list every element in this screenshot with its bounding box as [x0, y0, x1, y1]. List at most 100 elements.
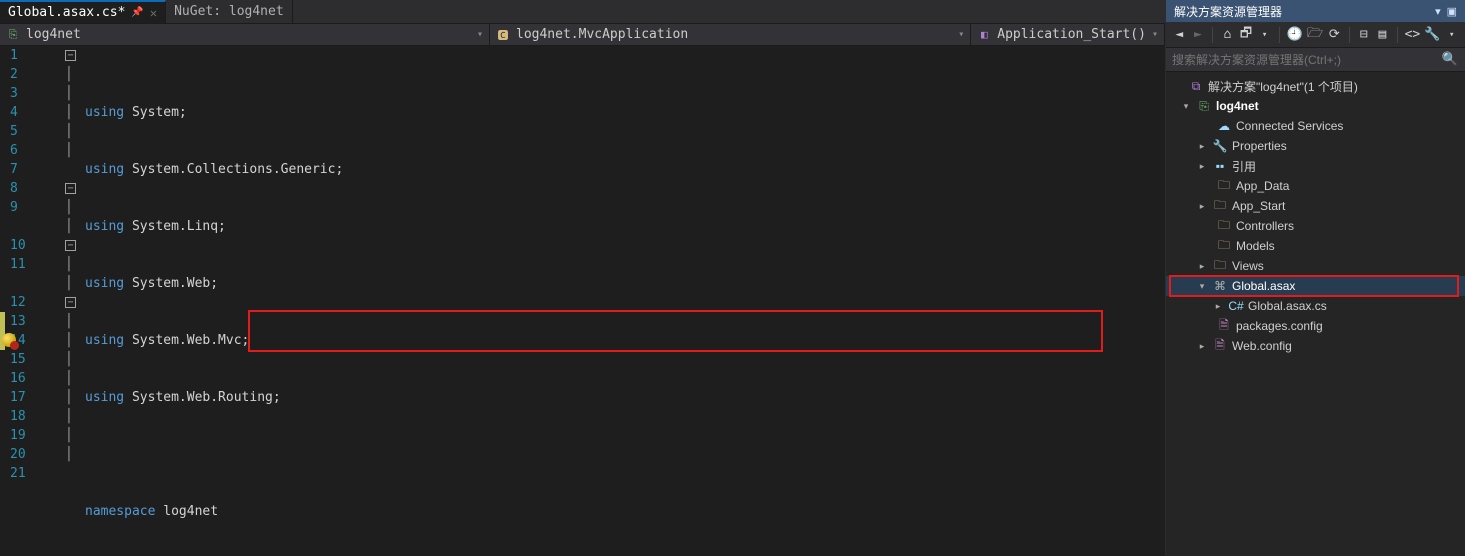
chevron-down-icon: ▾: [1152, 29, 1158, 40]
auto-hide-pin-icon[interactable]: ▣: [1447, 5, 1457, 18]
nav-class-dropdown[interactable]: 🅲 log4net.MvcApplication ▾: [490, 24, 971, 45]
nav-member-dropdown[interactable]: ◧ Application_Start() ▾: [971, 24, 1165, 45]
expand-toggle[interactable]: ▸: [1196, 201, 1208, 212]
breakpoint-gutter[interactable]: [0, 46, 10, 556]
solution-tree[interactable]: ▸ ⧉ 解决方案"log4net"(1 个项目) ▾ ⎘ log4net ▸ ☁…: [1166, 72, 1465, 556]
tab-nuget-log4net[interactable]: NuGet: log4net: [166, 0, 293, 23]
node-label: packages.config: [1236, 319, 1323, 333]
node-label: 引用: [1232, 158, 1256, 175]
code-editor[interactable]: 1 2 3 4 5 6 7 8 9 10 11 12 13 14 15 16 1…: [0, 46, 1165, 556]
nav-project-dropdown[interactable]: ⎘ log4net ▾: [0, 24, 490, 45]
csharp-project-icon: ⎘: [1196, 99, 1212, 114]
fold-toggle[interactable]: −: [65, 240, 76, 251]
tree-item-global-asax-cs[interactable]: ▸ C# Global.asax.cs: [1166, 296, 1465, 316]
property-pages-icon[interactable]: ▤: [1375, 26, 1390, 44]
nav-member-label: Application_Start(): [997, 27, 1146, 42]
expand-toggle[interactable]: ▸: [1196, 141, 1208, 152]
node-label: Models: [1236, 239, 1275, 253]
refresh-icon[interactable]: ⟳: [1327, 26, 1342, 44]
project-node[interactable]: ▾ ⎘ log4net: [1166, 96, 1465, 116]
node-label: Global.asax.cs: [1248, 299, 1327, 313]
fold-toggle[interactable]: −: [65, 297, 76, 308]
wrench-icon[interactable]: 🔧: [1424, 26, 1440, 44]
solution-explorer: 解决方案资源管理器 ▾ ▣ ◄ ► ⌂ 🗗 ▾ 🕘 🗁 ⟳ ⊟ ▤ <> 🔧 ▾…: [1165, 0, 1465, 556]
chevron-down-icon: ▾: [958, 29, 964, 40]
forward-icon[interactable]: ►: [1191, 26, 1206, 44]
method-icon: ◧: [977, 28, 991, 42]
tab-label: Global.asax.cs*: [8, 5, 125, 20]
search-icon[interactable]: 🔍: [1441, 51, 1459, 69]
back-icon[interactable]: ◄: [1172, 26, 1187, 44]
home-icon[interactable]: ⌂: [1220, 26, 1235, 44]
folder-icon: 🗀: [1212, 196, 1228, 217]
dropdown-icon[interactable]: ▾: [1435, 5, 1441, 18]
close-icon[interactable]: ✕: [150, 6, 157, 20]
node-label: Global.asax: [1232, 279, 1295, 293]
expand-toggle[interactable]: ▸: [1196, 341, 1208, 352]
code-content[interactable]: using System; using System.Collections.G…: [85, 46, 1165, 556]
solution-explorer-search[interactable]: 🔍: [1166, 48, 1465, 72]
folder-icon: 🗀: [1216, 216, 1232, 237]
folder-icon: 🗀: [1216, 176, 1232, 197]
tree-item-controllers[interactable]: ▸ 🗀 Controllers: [1166, 216, 1465, 236]
line-number-gutter: 1 2 3 4 5 6 7 8 9 10 11 12 13 14 15 16 1…: [10, 46, 65, 556]
tab-label: NuGet: log4net: [174, 4, 284, 19]
csharp-file-icon: C#: [1228, 299, 1244, 313]
expand-toggle[interactable]: ▾: [1196, 281, 1208, 292]
nav-project-label: log4net: [26, 27, 81, 42]
config-file-icon: 🗎: [1212, 336, 1228, 357]
node-label: App_Data: [1236, 179, 1289, 193]
csharp-project-icon: ⎘: [6, 28, 20, 42]
node-label: Connected Services: [1236, 119, 1343, 133]
solution-explorer-toolbar: ◄ ► ⌂ 🗗 ▾ 🕘 🗁 ⟳ ⊟ ▤ <> 🔧 ▾: [1166, 22, 1465, 48]
node-label: App_Start: [1232, 199, 1285, 213]
fold-toggle[interactable]: −: [65, 50, 76, 61]
editor-navigation-bar: ⎘ log4net ▾ 🅲 log4net.MvcApplication ▾ ◧…: [0, 24, 1165, 46]
pending-changes-filter-icon[interactable]: 🕘: [1287, 26, 1303, 44]
tree-item-models[interactable]: ▸ 🗀 Models: [1166, 236, 1465, 256]
node-label: Views: [1232, 259, 1264, 273]
node-label: log4net: [1216, 99, 1259, 113]
asax-file-icon: ⌘: [1212, 279, 1228, 293]
node-label: 解决方案"log4net"(1 个项目): [1208, 78, 1358, 95]
solution-icon: ⧉: [1188, 79, 1204, 94]
tree-item-views[interactable]: ▸ 🗀 Views: [1166, 256, 1465, 276]
class-icon: 🅲: [496, 28, 510, 42]
fold-toggle[interactable]: −: [65, 183, 76, 194]
solution-explorer-title-bar[interactable]: 解决方案资源管理器 ▾ ▣: [1166, 0, 1465, 22]
tree-item-properties[interactable]: ▸ 🔧 Properties: [1166, 136, 1465, 156]
node-label: Properties: [1232, 139, 1287, 153]
tree-item-appdata[interactable]: ▸ 🗀 App_Data: [1166, 176, 1465, 196]
folder-icon: 🗀: [1216, 236, 1232, 257]
document-tabs: Global.asax.cs* 📌 ✕ NuGet: log4net: [0, 0, 1165, 24]
pin-icon[interactable]: 📌: [131, 7, 143, 18]
expand-toggle[interactable]: ▸: [1212, 301, 1224, 312]
tree-item-references[interactable]: ▸ ▪▪ 引用: [1166, 156, 1465, 176]
config-file-icon: 🗎: [1216, 316, 1232, 337]
editor-pane: Global.asax.cs* 📌 ✕ NuGet: log4net ⎘ log…: [0, 0, 1165, 556]
tree-item-appstart[interactable]: ▸ 🗀 App_Start: [1166, 196, 1465, 216]
node-label: Web.config: [1232, 339, 1292, 353]
outline-fold-gutter[interactable]: − │││││ − │ │ − │ │ − │ │ │ │ │ │ │ │: [65, 46, 85, 556]
references-icon: ▪▪: [1212, 159, 1228, 173]
tree-item-global-asax[interactable]: ▾ ⌘ Global.asax: [1166, 276, 1465, 296]
caret-icon[interactable]: ▾: [1257, 26, 1272, 44]
tree-item-web-config[interactable]: ▸ 🗎 Web.config: [1166, 336, 1465, 356]
expand-toggle[interactable]: ▸: [1196, 261, 1208, 272]
show-all-files-icon[interactable]: 🗁: [1307, 26, 1323, 44]
search-input[interactable]: [1172, 53, 1441, 67]
tree-item-packages-config[interactable]: ▸ 🗎 packages.config: [1166, 316, 1465, 336]
tree-item-connected-services[interactable]: ▸ ☁ Connected Services: [1166, 116, 1465, 136]
expand-toggle[interactable]: ▾: [1180, 101, 1192, 112]
lightbulb-error-icon[interactable]: [2, 333, 16, 347]
node-label: Controllers: [1236, 219, 1294, 233]
tab-global-asax-cs[interactable]: Global.asax.cs* 📌 ✕: [0, 0, 166, 23]
solution-node[interactable]: ▸ ⧉ 解决方案"log4net"(1 个项目): [1166, 76, 1465, 96]
sync-with-active-icon[interactable]: 🗗: [1239, 26, 1254, 44]
nav-class-label: log4net.MvcApplication: [516, 27, 688, 42]
expand-toggle[interactable]: ▸: [1196, 161, 1208, 172]
preview-selected-icon[interactable]: <>: [1405, 26, 1421, 44]
collapse-all-icon[interactable]: ⊟: [1357, 26, 1372, 44]
folder-icon: 🗀: [1212, 256, 1228, 277]
caret-icon[interactable]: ▾: [1444, 26, 1459, 44]
